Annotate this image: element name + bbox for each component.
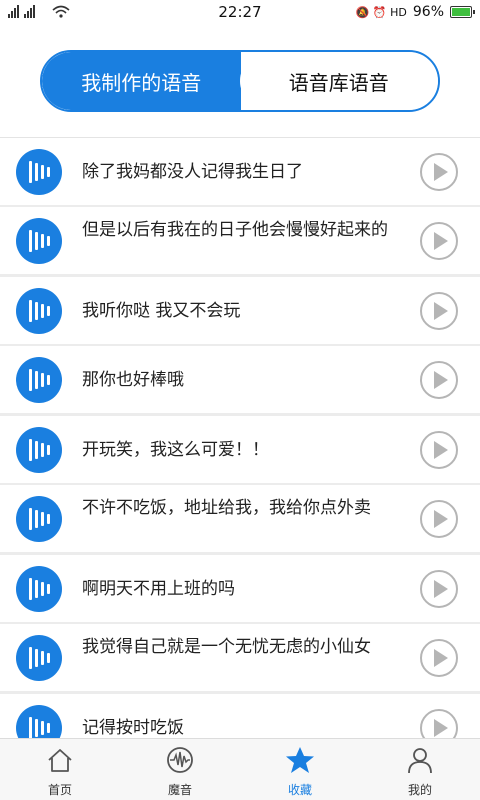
voice-bars-icon [16, 566, 62, 612]
item-text: 啊明天不用上班的吗 [82, 579, 235, 599]
voice-bars-icon [16, 149, 62, 195]
segmented-control: 我制作的语音 语音库语音 [40, 50, 440, 112]
voice-bars-icon [16, 635, 62, 681]
item-text: 记得按时吃饭 [82, 718, 184, 738]
list-item[interactable]: 那你也好棒哦 [0, 346, 480, 413]
waveform-icon [165, 745, 195, 775]
play-icon[interactable] [420, 153, 458, 191]
list-item[interactable]: 开玩笑，我这么可爱！！ [0, 416, 480, 483]
header: 我制作的语音 语音库语音 [0, 24, 480, 138]
item-text: 我听你哒 我又不会玩 [82, 301, 241, 321]
list-item[interactable]: 不许不吃饭，地址给我，我给你点外卖 [0, 485, 480, 552]
profile-icon [405, 745, 435, 775]
list-item[interactable]: 啊明天不用上班的吗 [0, 555, 480, 622]
nav-favorites-label: 收藏 [287, 783, 312, 797]
voice-bars-icon [16, 496, 62, 542]
voice-bars-icon [16, 427, 62, 473]
voice-bars-icon [16, 288, 62, 334]
star-icon [285, 745, 315, 775]
nav-favorites[interactable]: 收藏 [240, 739, 360, 800]
nav-magic[interactable]: 魔音 [120, 739, 240, 800]
item-text: 那你也好棒哦 [82, 370, 184, 390]
item-text: 开玩笑，我这么可爱！！ [82, 440, 269, 460]
voice-bars-icon [16, 357, 62, 403]
voice-list[interactable]: 除了我妈都没人记得我生日了 但是以后有我在的日子他会慢慢好起来的 我听你哒 我又… [0, 138, 480, 738]
list-item[interactable]: 我觉得自己就是一个无忧无虑的小仙女 [0, 624, 480, 691]
play-icon[interactable] [420, 570, 458, 608]
item-text: 不许不吃饭，地址给我，我给你点外卖 [82, 498, 371, 518]
list-item[interactable]: 记得按时吃饭 [0, 694, 480, 738]
nav-home-label: 首页 [47, 783, 72, 797]
nav-home[interactable]: 首页 [0, 739, 120, 800]
play-icon[interactable] [420, 639, 458, 677]
battery-icon [450, 6, 475, 18]
nav-magic-label: 魔音 [167, 783, 192, 797]
voice-bars-icon [16, 705, 62, 738]
status-time: 22:27 [218, 3, 262, 21]
list-item[interactable]: 但是以后有我在的日子他会慢慢好起来的 [0, 207, 480, 274]
nav-mine-label: 我的 [407, 783, 432, 797]
list-item[interactable]: 除了我妈都没人记得我生日了 [0, 138, 480, 205]
item-text: 但是以后有我在的日子他会慢慢好起来的 [82, 220, 388, 240]
home-icon [45, 745, 75, 775]
play-icon[interactable] [420, 709, 458, 738]
voice-bars-icon [16, 218, 62, 264]
play-icon[interactable] [420, 292, 458, 330]
status-bar: 22:27 🔕 ⏰ HD 96% [0, 0, 480, 24]
play-icon[interactable] [420, 361, 458, 399]
item-text: 除了我妈都没人记得我生日了 [82, 162, 303, 182]
nav-mine[interactable]: 我的 [360, 739, 480, 800]
tab-my-voices[interactable]: 我制作的语音 [42, 52, 241, 110]
play-icon[interactable] [420, 222, 458, 260]
play-icon[interactable] [420, 431, 458, 469]
bottom-nav: 首页 魔音 收藏 我的 [0, 738, 480, 800]
play-icon[interactable] [420, 500, 458, 538]
item-text: 我觉得自己就是一个无忧无虑的小仙女 [82, 637, 371, 657]
tab-voice-library[interactable]: 语音库语音 [239, 52, 438, 110]
list-item[interactable]: 我听你哒 我又不会玩 [0, 277, 480, 344]
